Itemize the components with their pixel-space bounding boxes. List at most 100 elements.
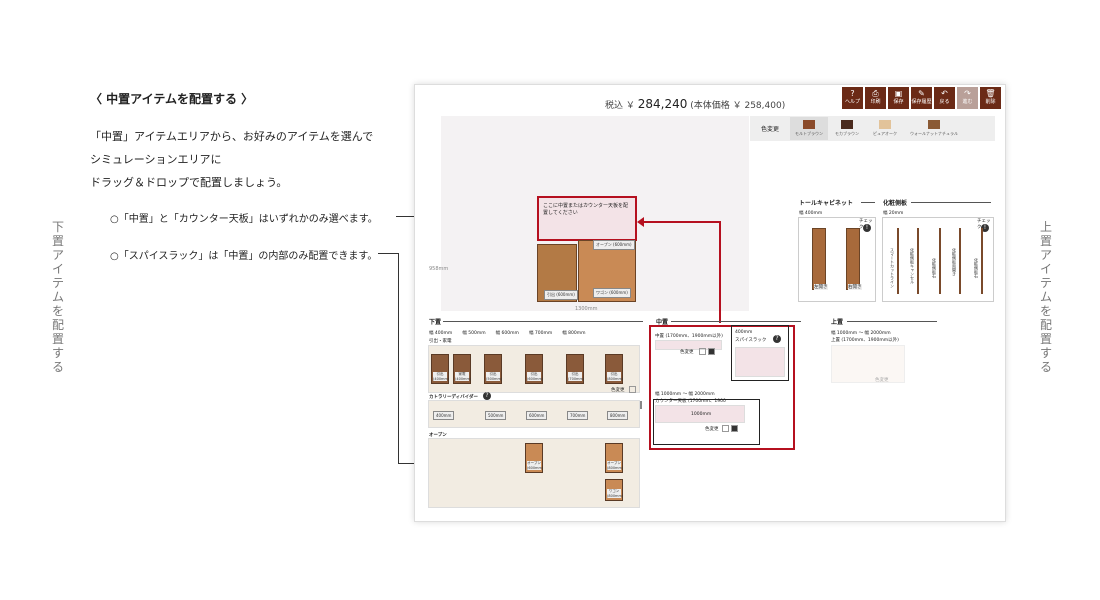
note-middle-counter: ○「中置」と「カウンター天板」はいずれかのみ選べます。 (110, 214, 378, 225)
delete-button[interactable]: 🗑 削除 (980, 87, 1001, 109)
toolbar-label: 進む (962, 99, 973, 105)
tall-cabinet-right[interactable] (846, 228, 860, 290)
help-icon[interactable]: ? (483, 392, 491, 400)
counter-color-change[interactable]: 色変更 (705, 426, 719, 432)
lower-section-title: 下置 (429, 319, 442, 326)
lower-item[interactable]: 引出 (500mm) (484, 354, 502, 384)
color-chip-dark[interactable] (731, 425, 738, 432)
middle-item-sub: (1700mm、1900mm以外) (665, 334, 723, 339)
toolbar-label: 保存 (893, 99, 904, 105)
spice-rack-item[interactable] (735, 347, 785, 377)
guide-title: 〈 中置アイテムを配置する 〉 (90, 92, 254, 106)
tall-cabinet-panel: チェック ! 左開き 右開き (798, 217, 876, 302)
open-item-label: オープン (800mm) (607, 461, 624, 470)
trash-icon: 🗑 (985, 89, 996, 98)
spice-width: 400mm (735, 330, 753, 335)
middle-item-title: 中置 (1700mm、1900mm以外) (655, 333, 723, 339)
side-panel-item[interactable] (959, 228, 961, 294)
swatch-pure-oak[interactable]: ピュアオーク (866, 120, 904, 137)
help-icon[interactable]: ? (773, 335, 781, 343)
lower-item[interactable]: 引出 (700mm) (566, 354, 584, 384)
undo-button[interactable]: ↶ 戻る (934, 87, 955, 109)
wagon-item[interactable]: ワゴン (800mm) (605, 479, 623, 501)
toolbar-label: ヘルプ (844, 99, 860, 105)
toolbar-label: 印刷 (870, 99, 881, 105)
lower-item-label: 家電 (400mm) (455, 372, 472, 381)
history-button[interactable]: ✎ 保存履歴 (911, 87, 932, 109)
swatch-mocha-brown[interactable]: モカブラウン (828, 120, 866, 137)
side-panel-title: 化粧側板 (883, 200, 908, 207)
note-spice-rack: ○「スパイスラック」は「中置」の内部のみ配置できます。 (110, 251, 378, 262)
upper-item-panel[interactable] (831, 345, 905, 383)
width-dimension: 1300mm (575, 306, 598, 312)
tall-cabinet-title: トールキャビネット (799, 200, 854, 207)
connector-line (398, 253, 399, 463)
tall-cabinet-left[interactable] (812, 228, 826, 290)
upper-color-change[interactable]: 色変更 (875, 377, 889, 383)
color-chip-dark[interactable] (708, 348, 715, 355)
divider-item[interactable]: 400mm (433, 411, 455, 420)
side-panel-item[interactable] (939, 228, 941, 294)
open-item-label: オープン (600mm) (527, 461, 544, 470)
open-label: オープン (600mm) (593, 240, 635, 250)
lower-item[interactable]: 引出 (400mm) (431, 354, 449, 384)
history-icon: ✎ (918, 89, 925, 98)
divider-item[interactable]: 800mm (607, 411, 629, 420)
lower-item[interactable]: 引出 (800mm) (605, 354, 623, 384)
counter-sub: (1700mm、1900 (687, 399, 726, 404)
middle-color-change[interactable]: 色変更 (680, 349, 694, 355)
print-button[interactable]: ⎙ 印刷 (865, 87, 886, 109)
tall-cabinet-left-label: 左開き (814, 284, 828, 290)
wagon-label: ワゴン (600mm) (593, 288, 631, 298)
help-button[interactable]: ? ヘルプ (842, 87, 863, 109)
lower-width-labels: 幅 400mm 幅 500mm 幅 600mm 幅 700mm 幅 800mm (429, 330, 586, 336)
price-sub: (本体価格 ￥ 258,400) (690, 101, 786, 111)
spice-title: スパイスラック (735, 338, 767, 343)
toolbar-label: 保存履歴 (911, 99, 932, 105)
side-panel-item-label: 化粧側板両開き (952, 248, 957, 276)
color-bar: 色変更 モルトブラウン モカブラウン ピュアオーク ウォールナットナチュラル (750, 116, 995, 141)
side-panel-item[interactable] (917, 228, 919, 294)
divider-item[interactable]: 600mm (526, 411, 548, 420)
drop-zone-text: ここに中置またはカウンター天板を配置してください (543, 203, 629, 216)
save-button[interactable]: ▣ 保存 (888, 87, 909, 109)
side-panel-item-label: 化粧側板右 (974, 258, 979, 278)
divider-item[interactable]: 500mm (485, 411, 507, 420)
redo-button[interactable]: ↷ 進む (957, 87, 978, 109)
color-chip[interactable] (629, 386, 636, 393)
drawer-label: 引出 (600mm) (544, 290, 578, 300)
side-panel-item[interactable] (981, 228, 983, 294)
width-label: 幅 500mm (462, 331, 486, 336)
swatch-label: ピュアオーク (873, 131, 897, 136)
lower-color-change[interactable]: 色変更 (611, 387, 625, 393)
swatch-label: ウォールナットナチュラル (910, 131, 958, 136)
lower-sub-title: 引出・家電 (429, 339, 452, 344)
upper-range: 幅 1000mm 〜 幅 2000mm (831, 331, 891, 336)
simulation-area[interactable]: ここに中置またはカウンター天板を配置してください 引出 (600mm) オープン… (429, 116, 749, 312)
open-item[interactable]: オープン (600mm) (525, 443, 543, 473)
lower-item[interactable]: 引出 (600mm) (525, 354, 543, 384)
open-item[interactable]: オープン (800mm) (605, 443, 623, 473)
swatch-walnut-natural[interactable]: ウォールナットナチュラル (904, 120, 964, 137)
connector-line (396, 216, 416, 217)
toolbar-label: 削除 (985, 99, 996, 105)
upper-section-title: 上置 (831, 319, 844, 326)
drag-arrow (719, 221, 721, 323)
print-icon: ⎙ (872, 89, 879, 98)
lower-item[interactable]: 家電 (400mm) (453, 354, 471, 384)
toolbar-label: 戻る (939, 99, 950, 105)
counter-item[interactable]: 1000mm (655, 405, 745, 423)
guide-line: シミュレーションエリアに (90, 153, 222, 166)
section-divider (671, 321, 801, 322)
wagon-item-label: ワゴン (800mm) (607, 489, 624, 498)
middle-drop-zone[interactable]: ここに中置またはカウンター天板を配置してください (537, 196, 637, 241)
divider-item[interactable]: 700mm (567, 411, 589, 420)
middle-item-name: 中置 (655, 334, 664, 339)
color-chip[interactable] (722, 425, 729, 432)
section-divider (861, 202, 875, 203)
swatch-malt-brown[interactable]: モルトブラウン (790, 117, 828, 140)
swatch-chip (803, 120, 815, 129)
color-chip[interactable] (699, 348, 706, 355)
side-panel-item[interactable] (897, 228, 899, 294)
price-value: 284,240 (637, 97, 688, 111)
